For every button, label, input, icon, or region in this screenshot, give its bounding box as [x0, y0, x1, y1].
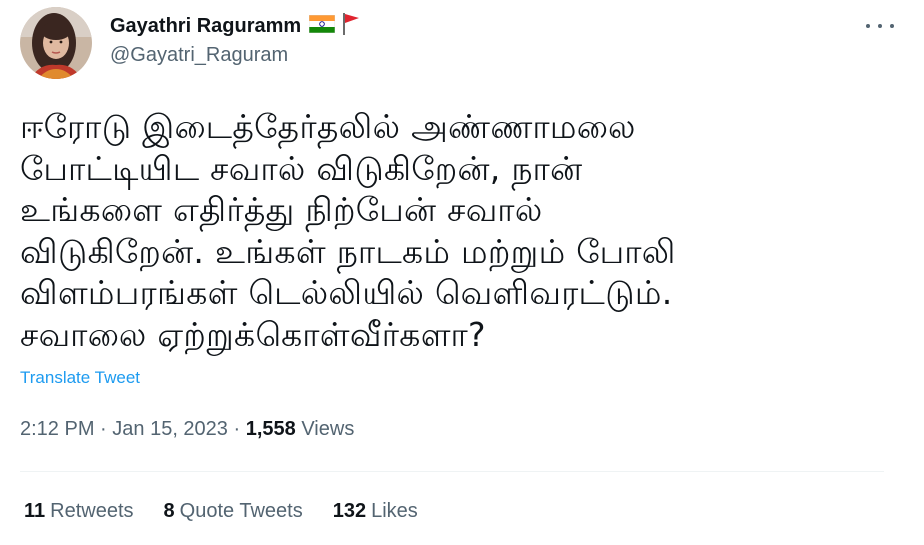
- likes-label: Likes: [371, 500, 418, 522]
- tweet-card: Gayathri Raguramm @Gayatri_Raguram ஈரோடு…: [0, 0, 924, 545]
- name-row: Gayathri Raguramm: [110, 12, 361, 42]
- dot: [866, 24, 870, 28]
- engagement-stats: 11 Retweets 8 Quote Tweets 132 Likes: [24, 500, 448, 523]
- quotes-count: 8: [163, 500, 175, 522]
- views-count: 1,558: [245, 418, 296, 440]
- views-label: Views: [301, 418, 355, 440]
- red-flag-icon: [341, 12, 361, 41]
- dot: [878, 24, 882, 28]
- meta-separator: ·: [94, 418, 113, 440]
- tweet-date[interactable]: Jan 15, 2023: [112, 418, 228, 440]
- more-options-icon[interactable]: [866, 18, 894, 34]
- display-name[interactable]: Gayathri Raguramm: [110, 15, 301, 38]
- tweet-time[interactable]: 2:12 PM: [20, 418, 94, 440]
- likes-count: 132: [332, 500, 367, 522]
- india-flag-icon: [308, 14, 336, 38]
- author-names: Gayathri Raguramm @Gayatri_Raguram: [110, 12, 361, 67]
- avatar-image: [20, 7, 92, 79]
- author-handle[interactable]: @Gayatri_Raguram: [110, 44, 361, 67]
- tweet-meta: 2:12 PM · Jan 15, 2023 · 1,558 Views: [20, 418, 354, 441]
- quotes-label: Quote Tweets: [179, 500, 303, 522]
- tweet-text: ஈரோடு இடைத்தேர்தலில் அண்ணாமலை போட்டியிட …: [20, 107, 676, 354]
- avatar[interactable]: [20, 7, 92, 79]
- retweets-label: Retweets: [50, 500, 134, 522]
- divider: [20, 471, 884, 472]
- dot: [890, 24, 894, 28]
- translate-tweet-link[interactable]: Translate Tweet: [20, 368, 140, 388]
- quote-tweets-stat[interactable]: 8 Quote Tweets: [164, 500, 303, 523]
- retweets-count: 11: [24, 500, 46, 522]
- retweets-stat[interactable]: 11 Retweets: [24, 500, 134, 523]
- meta-separator: ·: [227, 418, 246, 440]
- likes-stat[interactable]: 132 Likes: [333, 500, 418, 523]
- tweet-header: Gayathri Raguramm @Gayatri_Raguram: [20, 7, 361, 79]
